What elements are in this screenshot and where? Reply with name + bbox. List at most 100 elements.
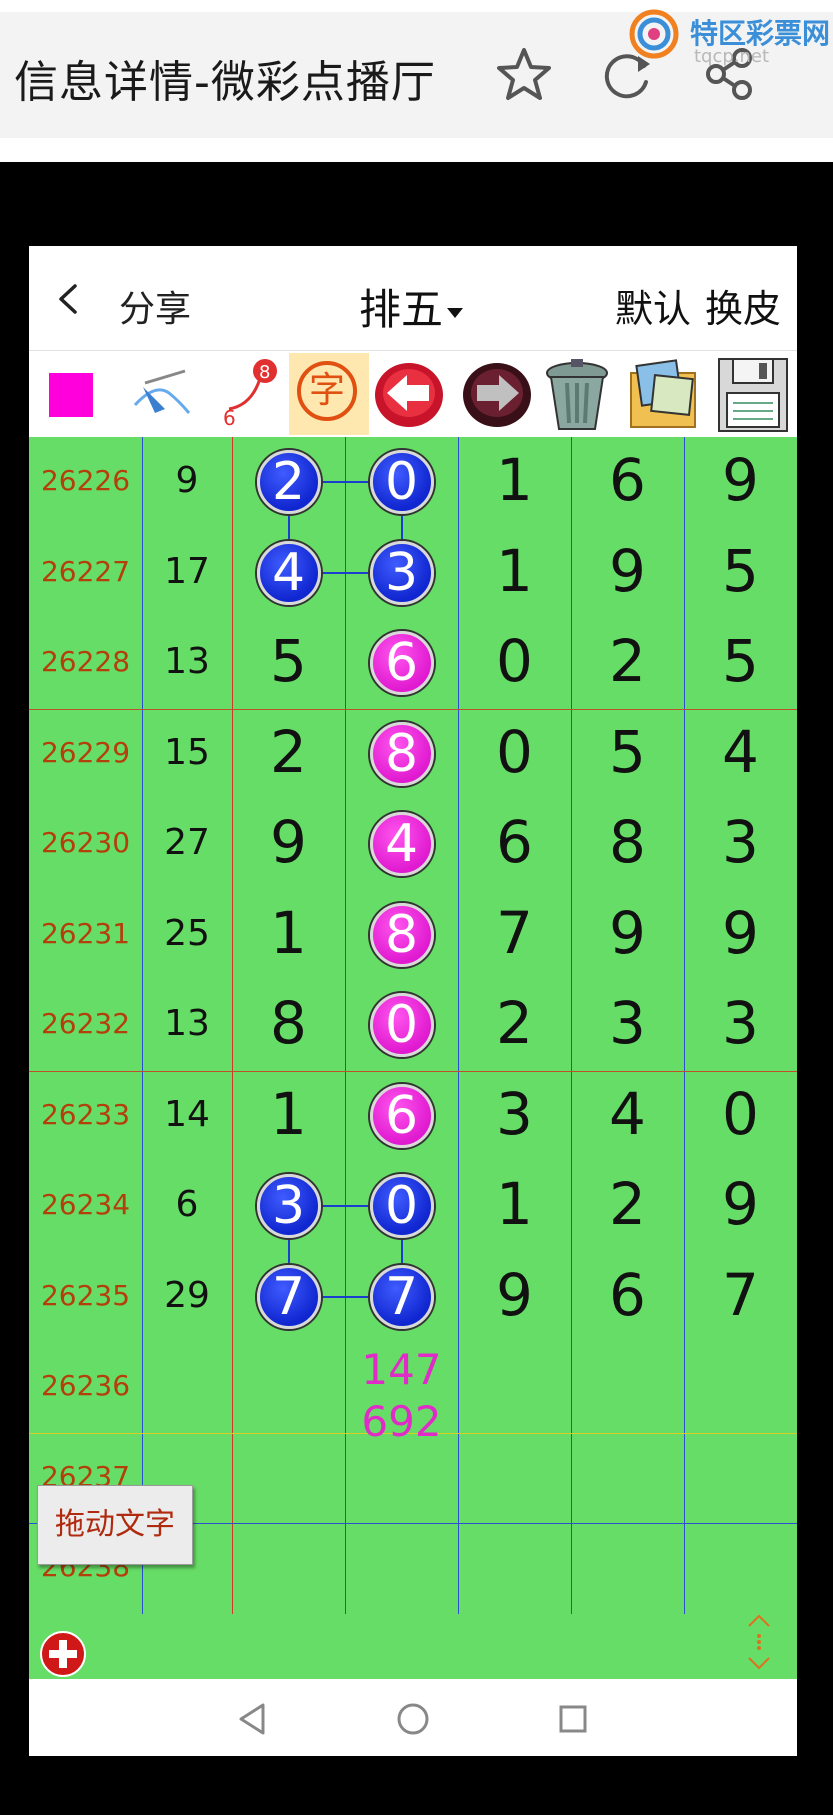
draw-digit[interactable]: 7 — [684, 1261, 797, 1329]
draw-digit[interactable]: 5 — [232, 627, 345, 695]
draw-digit[interactable]: 0 — [458, 627, 571, 695]
change-skin-button[interactable]: 换皮 — [705, 278, 781, 333]
highlighted-digit-ball[interactable]: 4 — [369, 812, 434, 877]
highlighted-digit-ball[interactable]: 8 — [369, 902, 434, 967]
sum-value: 13 — [164, 1003, 210, 1045]
draw-digit[interactable]: 1 — [458, 1170, 571, 1238]
sum-value: 13 — [164, 641, 210, 683]
draw-digit[interactable]: 6 — [571, 1261, 684, 1329]
draw-digit[interactable]: 3 — [684, 989, 797, 1057]
bottom-control-strip — [29, 1627, 797, 1679]
trash-icon[interactable] — [537, 353, 617, 435]
draw-digit[interactable]: 1 — [232, 1080, 345, 1148]
draw-digit[interactable]: 4 — [571, 1080, 684, 1148]
save-disk-icon[interactable] — [713, 353, 793, 435]
draw-digit[interactable]: 3 — [458, 1080, 571, 1148]
back-arrow-icon[interactable] — [53, 282, 87, 316]
star-icon[interactable] — [494, 44, 554, 104]
period-number: 26236 — [40, 1369, 131, 1403]
draw-digit[interactable]: 2 — [571, 627, 684, 695]
color-swatch-fill — [49, 373, 93, 417]
chart-app: 分享 排五 默认 换皮 6 8 字 26226 9 2 0 1 6 9 2622… — [29, 246, 797, 1756]
draw-digit[interactable]: 1 — [232, 899, 345, 967]
drag-text-button[interactable]: 拖动文字 — [37, 1485, 193, 1565]
draw-digit[interactable]: 3 — [684, 808, 797, 876]
period-number: 26231 — [40, 916, 131, 950]
pen-icon[interactable] — [125, 353, 205, 435]
page-title: 信息详情-微彩点播厅 — [14, 57, 436, 108]
connect-dots-icon[interactable]: 6 8 — [209, 353, 289, 435]
nav-home-icon[interactable] — [393, 1699, 433, 1739]
sum-value: 15 — [164, 731, 210, 773]
lottery-selector[interactable]: 排五 — [359, 276, 464, 337]
sum-value: 25 — [164, 912, 210, 954]
highlighted-digit-ball[interactable]: 3 — [369, 540, 434, 605]
share-button[interactable]: 分享 — [119, 280, 191, 332]
draw-digit[interactable]: 5 — [571, 718, 684, 786]
period-number: 26228 — [40, 645, 131, 679]
draw-digit[interactable]: 6 — [458, 808, 571, 876]
draw-digit[interactable]: 9 — [684, 1170, 797, 1238]
image-album-icon[interactable] — [623, 353, 703, 435]
draw-digit[interactable]: 0 — [684, 1080, 797, 1148]
draw-digit[interactable]: 9 — [232, 808, 345, 876]
draw-digit[interactable]: 3 — [571, 989, 684, 1057]
draw-digit[interactable]: 2 — [458, 989, 571, 1057]
period-number: 26232 — [40, 1007, 131, 1041]
highlighted-digit-ball[interactable]: 0 — [369, 1174, 434, 1239]
draw-digit[interactable]: 9 — [571, 899, 684, 967]
prediction-line-2: 692 — [361, 1397, 442, 1446]
add-plus-icon[interactable] — [39, 1630, 87, 1678]
highlighted-digit-ball[interactable]: 3 — [256, 1174, 321, 1239]
highlighted-digit-ball[interactable]: 4 — [256, 540, 321, 605]
highlighted-digit-ball[interactable]: 6 — [369, 631, 434, 696]
connect-number-8: 8 — [259, 362, 270, 383]
draw-digit[interactable]: 5 — [684, 537, 797, 605]
prediction-text: 147 692 — [345, 1344, 458, 1448]
highlighted-digit-ball[interactable]: 0 — [369, 450, 434, 515]
draw-digit[interactable]: 9 — [458, 1261, 571, 1329]
sum-value: 14 — [164, 1093, 210, 1135]
watermark: 特区彩票网 tqcp.net — [628, 8, 833, 70]
draw-digit[interactable]: 2 — [571, 1170, 684, 1238]
app-header: 分享 排五 默认 换皮 — [29, 246, 797, 351]
period-number: 26227 — [40, 554, 131, 588]
draw-digit[interactable]: 5 — [684, 627, 797, 695]
scroll-up-down-icon[interactable] — [741, 1612, 777, 1672]
draw-digit[interactable]: 9 — [684, 899, 797, 967]
trend-grid[interactable]: 26226 9 2 0 1 6 9 26227 17 4 3 1 9 5 26228 13 5 6 0 2 5 26229… — [29, 437, 797, 1627]
connect-number-6: 6 — [223, 406, 236, 430]
draw-digit[interactable]: 7 — [458, 899, 571, 967]
draw-digit[interactable]: 4 — [684, 718, 797, 786]
period-number: 26234 — [40, 1188, 131, 1222]
highlighted-digit-ball[interactable]: 2 — [256, 450, 321, 515]
draw-digit[interactable]: 2 — [232, 718, 345, 786]
period-number: 26235 — [40, 1278, 131, 1312]
highlighted-digit-ball[interactable]: 7 — [256, 1264, 321, 1329]
highlighted-digit-ball[interactable]: 0 — [369, 993, 434, 1058]
draw-digit[interactable]: 9 — [571, 537, 684, 605]
draw-digit[interactable]: 6 — [571, 446, 684, 514]
highlighted-digit-ball[interactable]: 6 — [369, 1083, 434, 1148]
sum-value: 17 — [164, 550, 210, 592]
default-button[interactable]: 默认 — [615, 278, 691, 333]
sum-value: 29 — [164, 1274, 210, 1316]
undo-arrow-icon[interactable] — [369, 353, 449, 435]
draw-digit[interactable]: 9 — [684, 446, 797, 514]
nav-recents-icon[interactable] — [553, 1699, 593, 1739]
group-divider — [29, 708, 797, 710]
draw-digit[interactable]: 0 — [458, 718, 571, 786]
text-tool-icon[interactable]: 字 — [289, 353, 369, 435]
watermark-logo-icon — [629, 9, 679, 59]
draw-digit[interactable]: 8 — [232, 989, 345, 1057]
nav-back-icon[interactable] — [233, 1699, 273, 1739]
redo-arrow-icon[interactable] — [457, 353, 537, 435]
draw-digit[interactable]: 1 — [458, 446, 571, 514]
draw-digit[interactable]: 1 — [458, 537, 571, 605]
period-number: 26229 — [40, 735, 131, 769]
highlighted-digit-ball[interactable]: 8 — [369, 721, 434, 786]
highlighted-digit-ball[interactable]: 7 — [369, 1264, 434, 1329]
color-swatch[interactable] — [35, 353, 115, 435]
group-divider — [29, 1070, 797, 1072]
draw-digit[interactable]: 8 — [571, 808, 684, 876]
